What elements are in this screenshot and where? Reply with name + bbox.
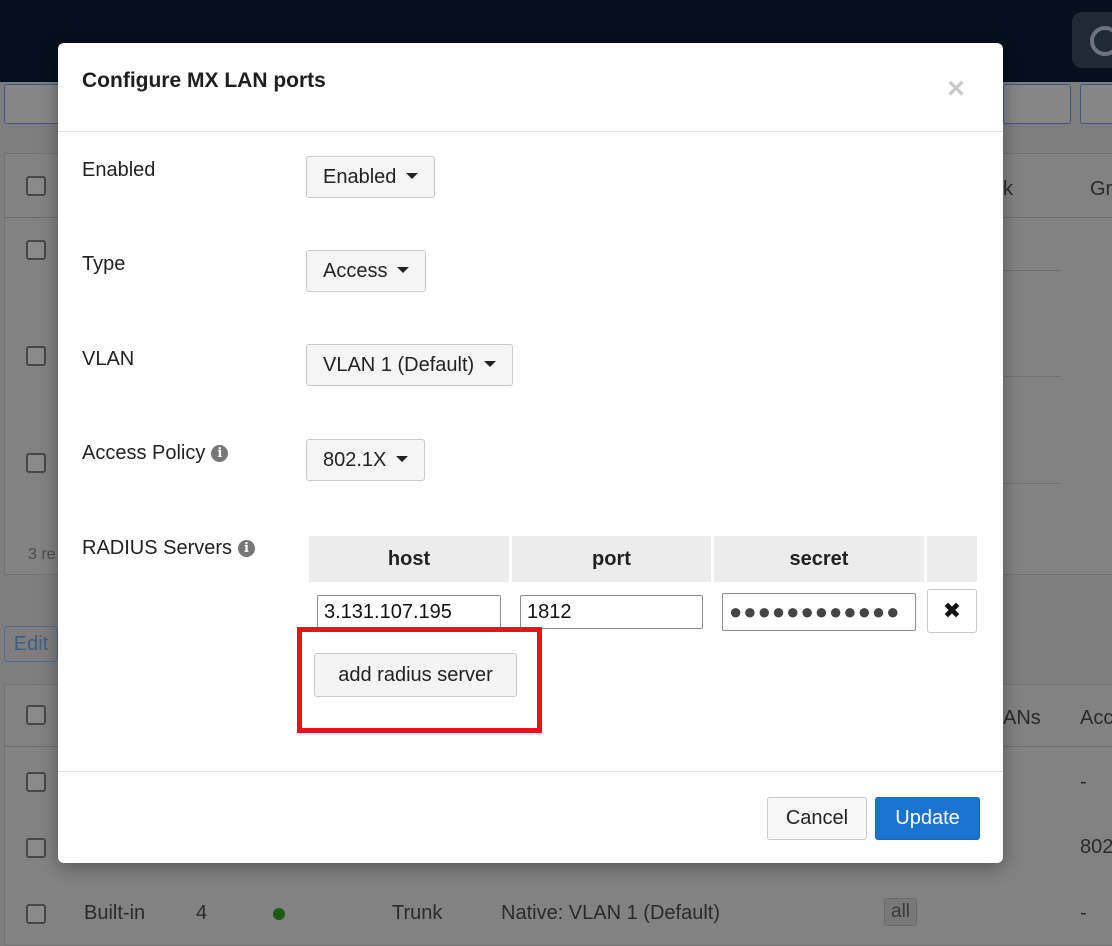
- port-mode: Trunk: [392, 902, 443, 924]
- enabled-value: Enabled: [323, 166, 397, 188]
- table-divider: [1003, 483, 1061, 484]
- search-icon[interactable]: [1072, 12, 1112, 68]
- enabled-label: Enabled: [82, 159, 156, 181]
- access-policy-value: 802.1X: [323, 449, 387, 471]
- enabled-dropdown[interactable]: Enabled: [306, 156, 436, 198]
- caret-down-icon: [406, 173, 419, 179]
- toolbar-button[interactable]: [1003, 84, 1071, 124]
- modal-footer: Cancel Update: [58, 771, 1003, 864]
- type-dropdown[interactable]: Access: [306, 250, 427, 292]
- table-divider: [1003, 270, 1061, 271]
- port-number: 4: [196, 902, 208, 924]
- vlan-value: VLAN 1 (Default): [323, 354, 475, 376]
- port-vlan: Native: VLAN 1 (Default): [501, 902, 720, 924]
- access-policy-label: Access Policy i: [82, 442, 229, 465]
- update-button[interactable]: Update: [875, 797, 980, 840]
- row-checkbox[interactable]: [26, 453, 46, 473]
- radius-servers-label-text: RADIUS Servers: [82, 537, 233, 559]
- row-checkbox[interactable]: [26, 772, 46, 792]
- status-dot: [273, 908, 285, 920]
- row-checkbox[interactable]: [26, 838, 46, 858]
- caret-down-icon: [484, 361, 497, 367]
- allowed-vlans-badge: all: [884, 898, 918, 926]
- modal-header: Configure MX LAN ports ×: [58, 43, 1003, 132]
- row-checkbox[interactable]: [26, 240, 46, 260]
- access-policy-label-text: Access Policy: [82, 442, 206, 464]
- access-policy-cell: -: [1080, 902, 1087, 924]
- type-label: Type: [82, 253, 126, 275]
- table-divider: [1003, 376, 1061, 377]
- vlan-label: VLAN: [82, 348, 135, 370]
- row-checkbox[interactable]: [26, 346, 46, 366]
- filter-settings-button[interactable]: [4, 84, 64, 124]
- select-all-checkbox[interactable]: [26, 705, 46, 725]
- radius-port-input[interactable]: 1812: [520, 595, 703, 629]
- type-value: Access: [323, 260, 388, 282]
- secret-column-header: secret: [714, 536, 924, 582]
- cancel-button[interactable]: Cancel: [767, 797, 867, 840]
- highlight-annotation-box: [297, 627, 542, 733]
- vlan-dropdown[interactable]: VLAN 1 (Default): [306, 344, 514, 386]
- records-count: 3 re: [28, 546, 56, 563]
- caret-down-icon: [396, 456, 409, 462]
- edit-button[interactable]: Edit: [4, 626, 58, 662]
- configure-ports-modal: Configure MX LAN ports × Enabled Enabled…: [58, 43, 1003, 863]
- radius-servers-label: RADIUS Servers i: [82, 537, 256, 560]
- radius-secret-input[interactable]: ●●●●●●●●●●●●: [722, 593, 916, 631]
- cell-fragment: 802: [1080, 836, 1112, 858]
- row-checkbox[interactable]: [26, 904, 46, 924]
- radius-host-input[interactable]: 3.131.107.195: [317, 595, 501, 629]
- column-header-fragment: k: [1003, 178, 1013, 200]
- actions-column-header: [927, 536, 977, 582]
- info-icon[interactable]: i: [211, 445, 229, 462]
- column-header-fragment: ANs: [1003, 707, 1041, 729]
- select-all-checkbox[interactable]: [26, 176, 46, 196]
- caret-down-icon: [397, 267, 410, 273]
- cell-fragment: -: [1080, 771, 1087, 793]
- modal-title: Configure MX LAN ports: [82, 69, 326, 92]
- column-header-fragment: Acc: [1080, 707, 1112, 729]
- port-column-header: port: [512, 536, 711, 582]
- close-icon[interactable]: ×: [938, 71, 974, 107]
- info-icon[interactable]: i: [238, 540, 256, 557]
- port-type: Built-in: [84, 902, 146, 924]
- toolbar-button-2[interactable]: [1080, 84, 1112, 124]
- column-header-fragment: Gr: [1090, 178, 1112, 200]
- remove-radius-server-button[interactable]: ✖: [927, 589, 977, 633]
- host-column-header: host: [309, 536, 509, 582]
- access-policy-dropdown[interactable]: 802.1X: [306, 439, 426, 481]
